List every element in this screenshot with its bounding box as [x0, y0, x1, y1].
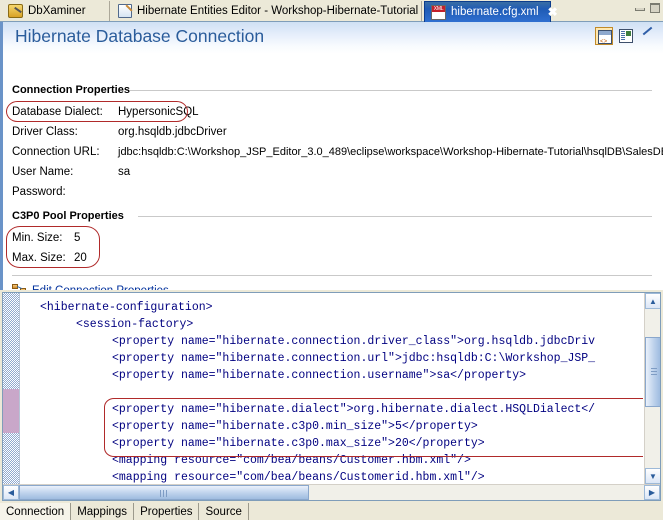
- page-tab-filler: [248, 503, 663, 520]
- page-tab-properties[interactable]: Properties: [134, 503, 200, 520]
- code-line: <hibernate-configuration>: [40, 301, 213, 314]
- editor-tab-dbxaminer[interactable]: DbXaminer: [2, 1, 110, 21]
- code-line: <session-factory>: [76, 318, 194, 331]
- source-horizontal-scrollbar[interactable]: ◀ ▶: [3, 484, 660, 500]
- section-divider: [138, 216, 652, 217]
- edit-pencil-button[interactable]: [639, 26, 657, 45]
- source-view-icon: [598, 30, 612, 45]
- source-vertical-scrollbar[interactable]: ▲ ▼: [644, 293, 660, 484]
- page-tab-mappings[interactable]: Mappings: [71, 503, 135, 520]
- maximize-icon[interactable]: [649, 3, 660, 13]
- code-line: <mapping resource="com/bea/beans/Custome…: [112, 454, 471, 467]
- horizontal-scrollbar-thumb[interactable]: [19, 485, 309, 500]
- field-value: jdbc:hsqldb:C:\Workshop_JSP_Editor_3.0_4…: [118, 146, 663, 158]
- code-line: <property name="hibernate.connection.use…: [112, 369, 527, 382]
- page-tab-label: Properties: [140, 505, 193, 518]
- annotation-gutter[interactable]: [3, 293, 20, 500]
- form-header: Hibernate Database Connection: [3, 22, 663, 54]
- section-divider: [12, 275, 652, 276]
- code-line: <property name="hibernate.c3p0.max_size"…: [112, 437, 485, 450]
- database-icon: [8, 4, 23, 18]
- form-header-toolbar: [595, 26, 657, 45]
- field-value: 20: [74, 252, 87, 264]
- vertical-scrollbar-thumb[interactable]: [645, 337, 660, 407]
- field-label: User Name:: [12, 166, 74, 178]
- editor-tab-hibernate-entities-editor[interactable]: Hibernate Entities Editor - Workshop-Hib…: [112, 1, 422, 21]
- code-line: <mapping resource="com/bea/beans/Custome…: [112, 471, 485, 483]
- page-tab-label: Mappings: [77, 505, 128, 518]
- scroll-up-icon[interactable]: ▲: [645, 293, 660, 309]
- code-text-area[interactable]: <hibernate-configuration> <session-facto…: [20, 293, 643, 483]
- gutter-change-marker: [3, 389, 19, 433]
- scroll-left-icon[interactable]: ◀: [3, 485, 19, 500]
- editor-icon: [118, 4, 132, 18]
- field-label: Database Dialect:: [12, 106, 103, 118]
- field-value: HypersonicSQL: [118, 106, 199, 118]
- scroll-down-icon[interactable]: ▼: [645, 468, 660, 484]
- editor-tab-label: Hibernate Entities Editor - Workshop-Hib…: [137, 5, 419, 17]
- field-value: 5: [74, 232, 81, 244]
- field-value: sa: [118, 166, 131, 178]
- source-view-button[interactable]: [595, 27, 613, 45]
- page-tab-label: Source: [205, 505, 242, 518]
- scroll-right-icon[interactable]: ▶: [644, 485, 660, 500]
- editor-tab-label: DbXaminer: [28, 5, 86, 17]
- field-label: Password:: [12, 186, 66, 198]
- close-icon[interactable]: ✖: [548, 5, 558, 19]
- minimize-icon[interactable]: [634, 3, 645, 12]
- field-label: Min. Size:: [12, 232, 63, 244]
- editor-tab-hibernate-cfg-xml[interactable]: XML hibernate.cfg.xml ✖: [424, 1, 558, 22]
- window-controls: [634, 3, 660, 13]
- editor-tab-bar: DbXaminer Hibernate Entities Editor - Wo…: [0, 0, 663, 22]
- section-heading-connection-properties: Connection Properties: [12, 84, 130, 96]
- xml-file-icon: XML: [431, 4, 446, 20]
- field-label: Driver Class:: [12, 126, 78, 138]
- page-tab-connection[interactable]: Connection: [0, 503, 72, 520]
- section-heading-c3p0-pool-properties: C3P0 Pool Properties: [12, 210, 124, 222]
- source-panel: <hibernate-configuration> <session-facto…: [0, 290, 663, 503]
- form-view-button[interactable]: [617, 27, 635, 45]
- section-divider: [130, 90, 652, 91]
- panel-left-accent-bar: [0, 22, 3, 290]
- source-editor[interactable]: <hibernate-configuration> <session-facto…: [2, 292, 661, 501]
- code-line: <property name="hibernate.c3p0.min_size"…: [112, 420, 478, 433]
- page-tab-label: Connection: [6, 505, 65, 518]
- form-view-icon: [619, 29, 633, 43]
- code-line: <property name="hibernate.connection.url…: [112, 352, 596, 365]
- page-tab-source[interactable]: Source: [199, 503, 249, 520]
- page-tab-bar: Connection Mappings Properties Source: [0, 503, 663, 520]
- connection-form-panel: Hibernate Database Connection Connection…: [0, 22, 663, 290]
- eclipse-editor-window: DbXaminer Hibernate Entities Editor - Wo…: [0, 0, 663, 520]
- pencil-icon: [642, 26, 653, 36]
- editor-tab-label: hibernate.cfg.xml: [451, 6, 539, 18]
- field-label: Connection URL:: [12, 146, 100, 158]
- field-value: org.hsqldb.jdbcDriver: [118, 126, 227, 138]
- code-line: <property name="hibernate.dialect">org.h…: [112, 403, 596, 416]
- page-title: Hibernate Database Connection: [15, 26, 265, 46]
- field-label: Max. Size:: [12, 252, 66, 264]
- code-line: <property name="hibernate.connection.dri…: [112, 335, 596, 348]
